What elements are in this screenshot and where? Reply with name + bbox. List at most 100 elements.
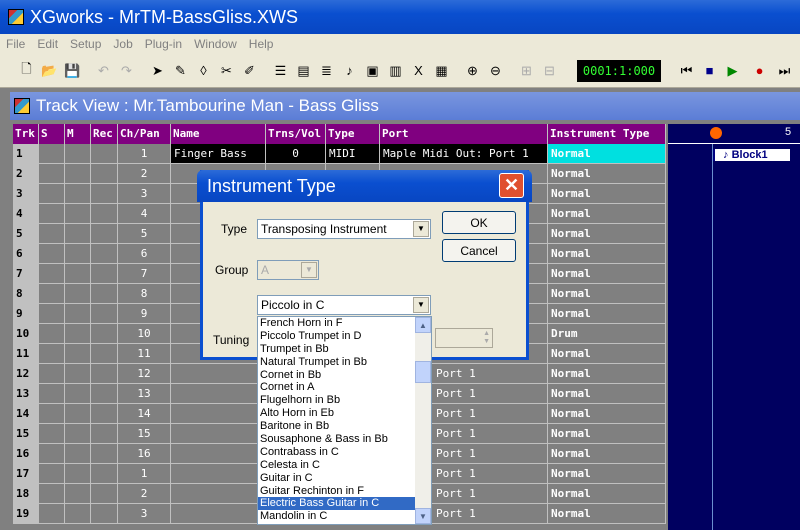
channel-cell[interactable]: 5 (118, 224, 171, 244)
mute-cell[interactable] (65, 284, 91, 304)
track-number-cell[interactable]: 4 (13, 204, 39, 224)
instrument-type-cell[interactable]: Normal (548, 484, 666, 504)
col-header-name[interactable]: Name (171, 124, 266, 144)
song-block[interactable]: ♪ Block1 (712, 149, 790, 161)
instrument-select[interactable]: Piccolo in C ▼ (257, 295, 431, 315)
rec-cell[interactable] (91, 224, 118, 244)
solo-cell[interactable] (39, 264, 65, 284)
mute-cell[interactable] (65, 424, 91, 444)
rec-cell[interactable] (91, 164, 118, 184)
mute-cell[interactable] (65, 264, 91, 284)
piano-roll-icon[interactable]: ▤ (293, 60, 314, 81)
rec-cell[interactable] (91, 424, 118, 444)
chevron-down-icon[interactable]: ▼ (413, 221, 429, 237)
instrument-type-cell[interactable]: Drum (548, 324, 666, 344)
channel-cell[interactable]: 15 (118, 424, 171, 444)
channel-cell[interactable]: 2 (118, 164, 171, 184)
scissors-tool-icon[interactable]: ✂ (216, 60, 237, 81)
song-timeline[interactable]: 5 ♪ Block1 (668, 124, 800, 530)
track-number-cell[interactable]: 9 (13, 304, 39, 324)
mute-cell[interactable] (65, 344, 91, 364)
chevron-down-icon[interactable]: ▼ (301, 262, 317, 278)
xg-editor-icon[interactable]: X (408, 60, 429, 81)
rec-cell[interactable] (91, 404, 118, 424)
track-number-cell[interactable]: 11 (13, 344, 39, 364)
rec-cell[interactable] (91, 384, 118, 404)
rec-cell[interactable] (91, 324, 118, 344)
track-number-cell[interactable]: 6 (13, 244, 39, 264)
instrument-dropdown-list[interactable]: French Horn in F Piccolo Trumpet in D Trum… (257, 316, 432, 525)
instrument-type-cell[interactable]: Normal (548, 344, 666, 364)
name-cell[interactable] (171, 504, 266, 524)
timeline-ruler[interactable]: 5 (668, 124, 800, 144)
track-number-cell[interactable]: 19 (13, 504, 39, 524)
rec-cell[interactable] (91, 344, 118, 364)
list-item[interactable]: Natural Trumpet in Bb (258, 356, 431, 369)
cancel-button[interactable]: Cancel (442, 239, 516, 262)
instrument-type-cell[interactable]: Normal (548, 424, 666, 444)
track-number-cell[interactable]: 17 (13, 464, 39, 484)
menu-job[interactable]: Job (107, 37, 138, 51)
track-number-cell[interactable]: 13 (13, 384, 39, 404)
track-number-cell[interactable]: 12 (13, 364, 39, 384)
list-item[interactable]: Celesta in C (258, 459, 431, 472)
solo-cell[interactable] (39, 424, 65, 444)
channel-cell[interactable]: 1 (118, 464, 171, 484)
mute-cell[interactable] (65, 304, 91, 324)
instrument-type-cell[interactable]: Normal (548, 204, 666, 224)
col-header-solo[interactable]: S (39, 124, 65, 144)
solo-cell[interactable] (39, 304, 65, 324)
instrument-type-cell[interactable]: Normal (548, 384, 666, 404)
event-list-icon[interactable]: ≣ (316, 60, 337, 81)
instrument-type-cell[interactable]: Normal (548, 444, 666, 464)
rec-cell[interactable] (91, 444, 118, 464)
instrument-type-cell[interactable]: Normal (548, 284, 666, 304)
list-item[interactable]: Sousaphone & Bass in Bb (258, 433, 431, 446)
channel-cell[interactable]: 7 (118, 264, 171, 284)
col-header-trk[interactable]: Trk (13, 124, 39, 144)
name-cell[interactable] (171, 404, 266, 424)
rec-cell[interactable] (91, 284, 118, 304)
zoom-out-icon[interactable]: ⊖ (485, 60, 506, 81)
mute-cell[interactable] (65, 204, 91, 224)
menu-edit[interactable]: Edit (31, 37, 64, 51)
name-cell[interactable] (171, 484, 266, 504)
rec-cell[interactable] (91, 204, 118, 224)
list-item[interactable]: Contrabass in C (258, 446, 431, 459)
instrument-type-cell[interactable]: Normal (548, 504, 666, 524)
track-number-cell[interactable]: 1 (13, 144, 39, 164)
solo-cell[interactable] (39, 464, 65, 484)
group-select[interactable]: A ▼ (257, 260, 319, 280)
rec-cell[interactable] (91, 244, 118, 264)
channel-cell[interactable]: 6 (118, 244, 171, 264)
name-cell[interactable]: Finger Bass (171, 144, 266, 164)
track-number-cell[interactable]: 18 (13, 484, 39, 504)
track-number-cell[interactable]: 16 (13, 444, 39, 464)
list-item[interactable]: French Horn in F (258, 317, 431, 330)
mute-cell[interactable] (65, 384, 91, 404)
solo-cell[interactable] (39, 284, 65, 304)
channel-cell[interactable]: 12 (118, 364, 171, 384)
channel-cell[interactable]: 14 (118, 404, 171, 424)
name-cell[interactable] (171, 444, 266, 464)
menu-setup[interactable]: Setup (64, 37, 107, 51)
track-number-cell[interactable]: 8 (13, 284, 39, 304)
mute-cell[interactable] (65, 444, 91, 464)
instrument-type-cell[interactable]: Normal (548, 464, 666, 484)
solo-cell[interactable] (39, 244, 65, 264)
rec-cell[interactable] (91, 304, 118, 324)
list-item[interactable]: Electric Bass Guitar in C (258, 497, 431, 511)
marker-tool-icon[interactable]: ✐ (239, 60, 260, 81)
list-item[interactable]: Guitar Rechinton in F (258, 485, 431, 498)
loop-marker-icon[interactable] (710, 127, 722, 139)
mute-cell[interactable] (65, 184, 91, 204)
solo-cell[interactable] (39, 224, 65, 244)
col-header-port[interactable]: Port (380, 124, 548, 144)
channel-cell[interactable]: 3 (118, 184, 171, 204)
track-number-cell[interactable]: 3 (13, 184, 39, 204)
list-item[interactable]: Piccolo Trumpet in D (258, 330, 431, 343)
solo-cell[interactable] (39, 504, 65, 524)
chevron-down-icon[interactable]: ▼ (413, 297, 429, 313)
list-item[interactable]: Flugelhorn in Bb (258, 394, 431, 407)
solo-cell[interactable] (39, 144, 65, 164)
